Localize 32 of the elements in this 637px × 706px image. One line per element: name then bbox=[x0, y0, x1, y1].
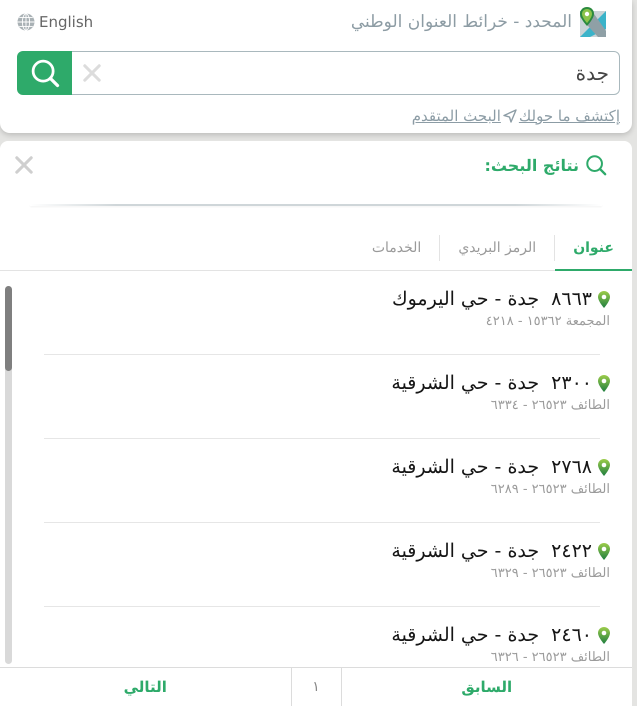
close-icon bbox=[83, 64, 101, 82]
search-icon bbox=[30, 58, 60, 88]
clear-button[interactable] bbox=[82, 63, 102, 83]
map-pin-icon bbox=[598, 626, 610, 644]
scrollbar-thumb[interactable] bbox=[5, 286, 12, 371]
app-title: المحدد - خرائط العنوان الوطني bbox=[350, 12, 572, 32]
result-detail: الطائف ٢٦٥٢٣ - ٦٣٢٩ bbox=[490, 565, 610, 583]
language-button[interactable]: English bbox=[17, 13, 94, 31]
map-pin-icon bbox=[598, 542, 610, 560]
map-pin-icon bbox=[598, 290, 610, 308]
logo-icon bbox=[578, 7, 606, 37]
result-title[interactable]: ٢٧٦٨ جدة - حي الشرقية bbox=[391, 456, 592, 478]
result-detail: المجمعة ١٥٣٦٢ - ٤٢١٨ bbox=[486, 313, 610, 331]
close-icon bbox=[15, 156, 33, 174]
globe-icon bbox=[17, 13, 35, 31]
result-title[interactable]: ٢٣٠٠ جدة - حي الشرقية bbox=[391, 372, 592, 394]
cursor-arrow-icon bbox=[502, 109, 517, 123]
search-button[interactable] bbox=[17, 51, 72, 95]
results-title: نتائج البحث: bbox=[484, 156, 579, 174]
map-pin-icon bbox=[598, 458, 610, 476]
search-icon bbox=[585, 154, 607, 176]
result-title[interactable]: ٢٤٦٠ جدة - حي الشرقية bbox=[391, 624, 592, 646]
page-number: ١ bbox=[312, 679, 320, 695]
result-detail: الطائف ٢٦٥٢٣ - ٦٢٨٩ bbox=[490, 481, 610, 499]
search-field[interactable]: جدة bbox=[72, 51, 620, 95]
result-detail: الطائف ٢٦٥٢٣ - ٦٣٢٦ bbox=[490, 649, 610, 667]
result-detail: الطائف ٢٦٥٢٣ - ٦٣٣٤ bbox=[490, 397, 610, 415]
scrollbar[interactable] bbox=[5, 286, 12, 664]
result-title[interactable]: ٢٤٢٢ جدة - حي الشرقية bbox=[391, 540, 592, 562]
map-pin-icon bbox=[598, 374, 610, 392]
result-title[interactable]: ٨٦٦٣ جدة - حي اليرموك bbox=[392, 288, 592, 310]
close-button[interactable] bbox=[14, 155, 34, 175]
